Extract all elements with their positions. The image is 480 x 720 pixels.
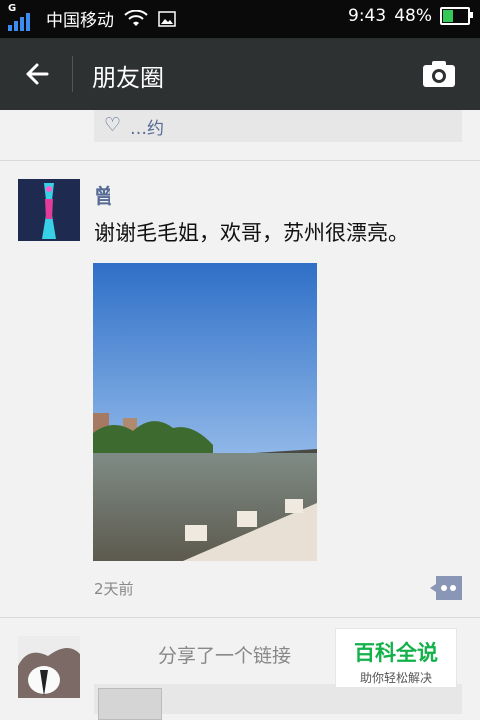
link-thumbnail [98,688,162,720]
page-title: 朋友圈 [92,64,164,92]
likes-box: ♡ …约 [94,110,462,142]
previous-post: ♡ …约 [0,110,480,161]
post-time: 2天前 [94,580,134,598]
carrier-label: 中国移动 [46,11,114,31]
battery-percent: 48% [394,6,432,26]
link-preview[interactable] [94,684,462,720]
avatar[interactable] [18,636,80,698]
signal-icon: G [8,3,36,31]
clock: 9:43 [348,6,387,26]
name-redaction [110,183,160,203]
post-photo[interactable] [93,263,317,561]
image-icon [158,10,176,27]
nav-divider [72,56,73,92]
camera-icon[interactable] [422,60,456,88]
battery-icon [440,7,473,25]
more-dots-icon[interactable] [430,576,462,600]
top-nav-bar: 朋友圈 [0,38,480,110]
heart-icon: ♡ [104,114,122,136]
wifi-icon [124,9,148,26]
post-separator [0,617,480,618]
avatar[interactable] [18,179,80,241]
status-bar: G 中国移动 9:43 48% [0,0,480,38]
arrow-left-icon[interactable] [22,60,50,88]
share-link-text: 分享了一个链接 [158,645,292,667]
likes-names[interactable]: …约 [130,114,164,139]
post-text: 谢谢毛毛姐，欢哥，苏州很漂亮。 [94,221,409,245]
watermark-logo: 百科全说 助你轻松解决 [335,628,457,688]
